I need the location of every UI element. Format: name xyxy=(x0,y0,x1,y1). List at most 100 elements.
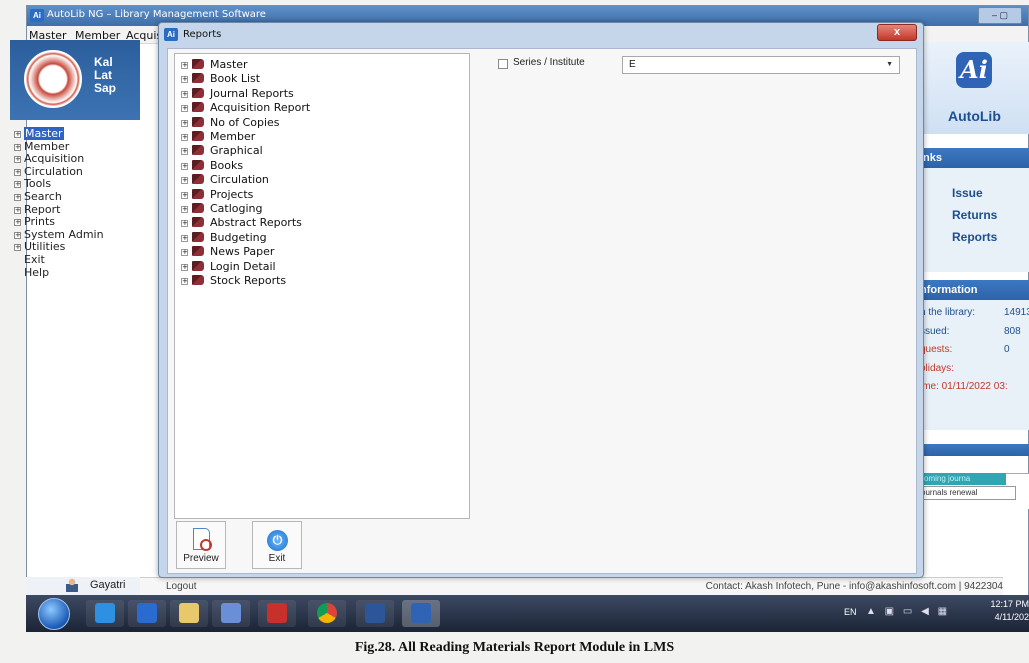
expand-icon[interactable]: + xyxy=(14,156,21,164)
expand-icon[interactable]: + xyxy=(181,234,188,242)
pdf-icon xyxy=(267,603,287,623)
report-tree[interactable]: + Master + Book List + Journal Reports + Acquis… xyxy=(174,53,470,519)
expand-icon[interactable]: + xyxy=(181,191,188,199)
report-tree-item[interactable]: + News Paper xyxy=(181,245,274,259)
taskbar-autolib[interactable] xyxy=(402,600,440,627)
report-tree-item[interactable]: + Acquisition Report xyxy=(181,101,310,115)
expand-icon[interactable]: + xyxy=(14,143,21,151)
report-tree-label: Book List xyxy=(210,72,261,86)
report-tree-label: Books xyxy=(210,158,244,172)
book-icon xyxy=(192,145,204,156)
contact-info: Contact: Akash Infotech, Pune - info@aka… xyxy=(705,581,1003,592)
expand-icon[interactable]: + xyxy=(14,219,21,227)
expand-icon[interactable]: + xyxy=(14,131,21,138)
window-controls[interactable]: – ▢ xyxy=(978,7,1022,24)
report-tree-item[interactable]: + Login Detail xyxy=(181,260,276,274)
report-tree-item[interactable]: + Book List xyxy=(181,72,260,86)
taskbar-chrome[interactable] xyxy=(308,600,346,627)
taskbar-internet-explorer[interactable] xyxy=(86,600,124,627)
report-tree-item[interactable]: + Books xyxy=(181,159,243,173)
report-tree-label: Graphical xyxy=(210,144,263,158)
report-tree-item[interactable]: + Journal Reports xyxy=(181,87,294,101)
report-tree-item[interactable]: + No of Copies xyxy=(181,116,280,130)
expand-icon[interactable]: + xyxy=(181,90,188,98)
dialog-titlebar: Ai Reports x xyxy=(159,23,923,47)
language-indicator[interactable]: EN xyxy=(844,607,857,617)
series-institute-select[interactable]: E ▼ xyxy=(622,56,900,74)
book-icon xyxy=(192,260,204,271)
report-tree-item[interactable]: + Abstract Reports xyxy=(181,216,302,230)
report-tree-item[interactable]: + Master xyxy=(181,58,248,72)
book-icon xyxy=(192,73,204,84)
taskbar-clock[interactable]: 12:17 PM 4/11/202 xyxy=(989,598,1029,624)
expand-icon[interactable]: + xyxy=(181,162,188,170)
information-row: quests: 0 xyxy=(920,344,1010,355)
expand-icon[interactable]: + xyxy=(181,148,188,156)
series-institute-checkbox[interactable] xyxy=(498,59,508,69)
expand-icon[interactable]: + xyxy=(181,76,188,84)
sidebar-item-label: Prints xyxy=(24,215,56,229)
autolib-small-logo-icon: Ai xyxy=(30,9,44,22)
autolib-logo-icon: Ai xyxy=(956,52,992,88)
report-tree-label: Journal Reports xyxy=(210,86,294,100)
report-tree-item[interactable]: + Graphical xyxy=(181,144,263,158)
preview-label: Preview xyxy=(183,553,219,564)
taskbar-word[interactable] xyxy=(356,600,394,627)
sidebar-item-label: Master xyxy=(24,127,64,140)
report-tree-label: No of Copies xyxy=(210,115,280,129)
app-title: AutoLib NG – Library Management Software xyxy=(47,9,266,20)
sidebar-item-label: Utilities xyxy=(24,240,66,254)
expand-icon[interactable]: + xyxy=(181,177,188,185)
expand-icon[interactable]: + xyxy=(14,231,21,239)
taskbar-paint[interactable] xyxy=(212,600,250,627)
report-tree-item[interactable]: + Catloging xyxy=(181,202,263,216)
tab-journals-renewal[interactable]: ournals renewal xyxy=(916,486,1016,500)
expand-icon[interactable]: + xyxy=(181,249,188,257)
journal-header xyxy=(916,444,1029,456)
expand-icon[interactable]: + xyxy=(181,263,188,271)
information-label: ime: 01/11/2022 03: xyxy=(920,381,1008,392)
start-button[interactable] xyxy=(38,598,70,630)
system-tray[interactable]: ▲ ▣ ▭ ◀ ▦ xyxy=(866,606,950,617)
taskbar-acrobat[interactable] xyxy=(258,600,296,627)
expand-icon[interactable]: + xyxy=(14,206,21,214)
expand-icon[interactable]: + xyxy=(181,119,188,127)
quick-link-returns[interactable]: Returns xyxy=(952,208,997,222)
information-row: ssued: 808 xyxy=(920,326,1021,337)
sidebar-item-label: Circulation xyxy=(24,164,83,178)
expand-icon[interactable]: + xyxy=(14,168,21,176)
expand-icon[interactable]: + xyxy=(14,244,21,252)
taskbar-media-player[interactable] xyxy=(128,600,166,627)
dialog-close-button[interactable]: x xyxy=(877,24,917,41)
report-tree-item[interactable]: + Projects xyxy=(181,188,253,202)
figure-caption: Fig.28. All Reading Materials Report Mod… xyxy=(354,640,675,655)
exit-button[interactable]: ⏻ Exit xyxy=(252,521,302,569)
expand-icon[interactable]: + xyxy=(181,105,188,113)
sidebar-item[interactable]: Help xyxy=(14,266,104,280)
book-icon xyxy=(192,159,204,170)
report-tree-item[interactable]: + Stock Reports xyxy=(181,274,286,288)
report-tree-item[interactable]: + Member xyxy=(181,130,255,144)
report-tree-item[interactable]: + Circulation xyxy=(181,173,269,187)
media-player-icon xyxy=(137,603,157,623)
report-tree-item[interactable]: + Budgeting xyxy=(181,231,267,245)
folder-icon xyxy=(179,603,199,623)
quick-link-issue[interactable]: Issue xyxy=(952,186,983,200)
expand-icon[interactable]: + xyxy=(181,206,188,213)
expand-icon[interactable]: + xyxy=(181,220,188,228)
expand-icon[interactable]: + xyxy=(14,181,21,189)
taskbar-file-explorer[interactable] xyxy=(170,600,208,627)
paint-icon xyxy=(221,603,241,623)
expand-icon[interactable]: + xyxy=(14,193,21,201)
expand-icon[interactable]: + xyxy=(181,278,188,285)
institute-name: Kal Lat Sap xyxy=(94,56,116,95)
logout-link[interactable]: Logout xyxy=(166,581,197,592)
quick-link-reports[interactable]: Reports xyxy=(952,230,997,244)
expand-icon[interactable]: + xyxy=(181,134,188,141)
report-tree-label: Acquisition Report xyxy=(210,101,311,115)
tab-upcoming-journals[interactable]: coming journa xyxy=(916,473,1006,485)
institute-name-line: Sap xyxy=(94,81,117,95)
preview-button[interactable]: Preview xyxy=(176,521,226,569)
report-tree-label: Catloging xyxy=(210,202,263,215)
expand-icon[interactable]: + xyxy=(181,62,188,69)
